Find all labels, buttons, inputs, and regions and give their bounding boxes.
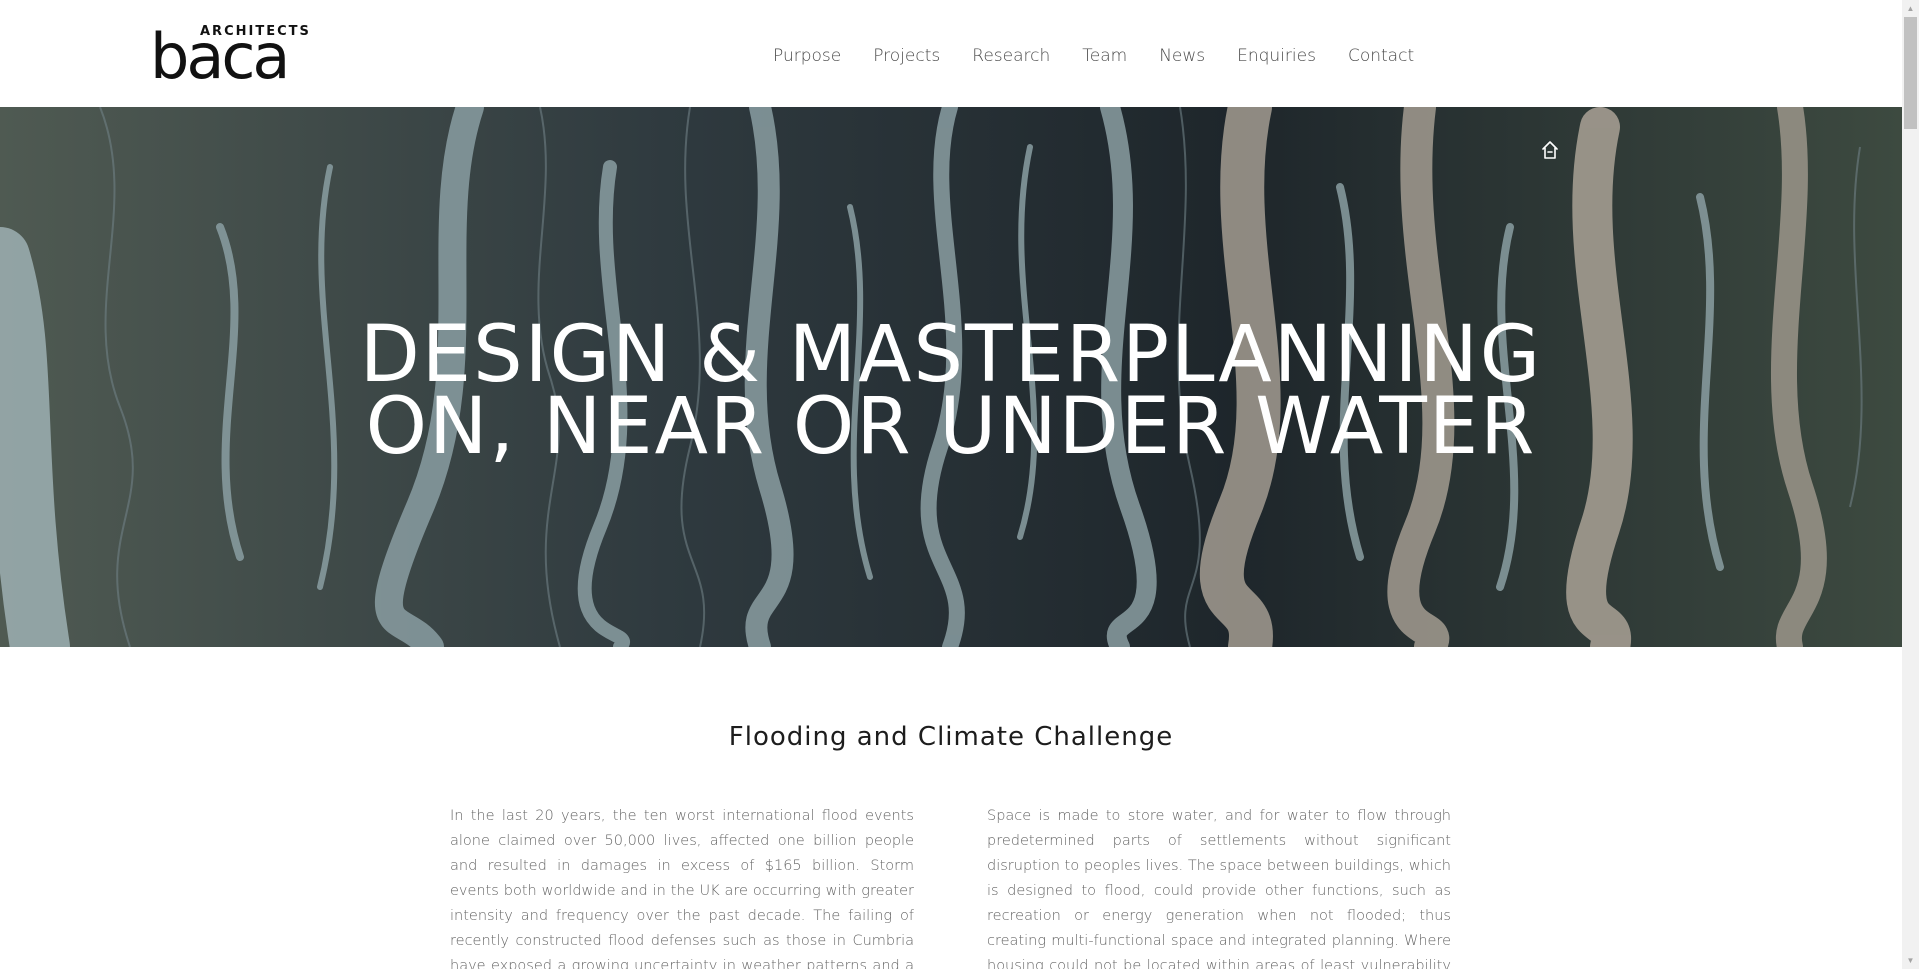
nav-news[interactable]: News <box>1159 46 1205 66</box>
nav-purpose[interactable]: Purpose <box>773 46 841 66</box>
logo-wordmark: baca <box>150 20 290 93</box>
home-icon[interactable] <box>1540 139 1560 161</box>
section-title: Flooding and Climate Challenge <box>728 722 1174 752</box>
nav-projects[interactable]: Projects <box>873 46 940 66</box>
hero-title: DESIGN & MASTERPLANNING ON, NEAR OR UNDE… <box>0 316 1902 466</box>
site-header: ARCHITECTS baca Purpose Projects Researc… <box>0 0 1902 107</box>
page: ARCHITECTS baca Purpose Projects Researc… <box>0 0 1902 969</box>
nav-contact[interactable]: Contact <box>1348 46 1414 66</box>
logo[interactable]: ARCHITECTS baca <box>150 24 309 88</box>
nav-team[interactable]: Team <box>1082 46 1127 66</box>
nav-enquiries[interactable]: Enquiries <box>1237 46 1316 66</box>
main-nav: Purpose Projects Research Team News Enqu… <box>773 46 1446 66</box>
hero-title-line-2: ON, NEAR OR UNDER WATER <box>365 382 1537 472</box>
scrollbar-thumb[interactable] <box>1904 17 1917 129</box>
intro-text-right: Space is made to store water, and for wa… <box>987 808 1451 969</box>
hero-banner: DESIGN & MASTERPLANNING ON, NEAR OR UNDE… <box>0 107 1902 647</box>
vertical-scrollbar[interactable]: ▲ ▼ <box>1902 0 1919 969</box>
chevron-down-icon[interactable]: ▼ <box>1902 952 1919 969</box>
nav-research[interactable]: Research <box>972 46 1050 66</box>
intro-section: Flooding and Climate Challenge In the la… <box>0 647 1902 969</box>
intro-text-left: In the last 20 years, the ten worst inte… <box>450 808 914 969</box>
chevron-up-icon[interactable]: ▲ <box>1902 0 1919 17</box>
